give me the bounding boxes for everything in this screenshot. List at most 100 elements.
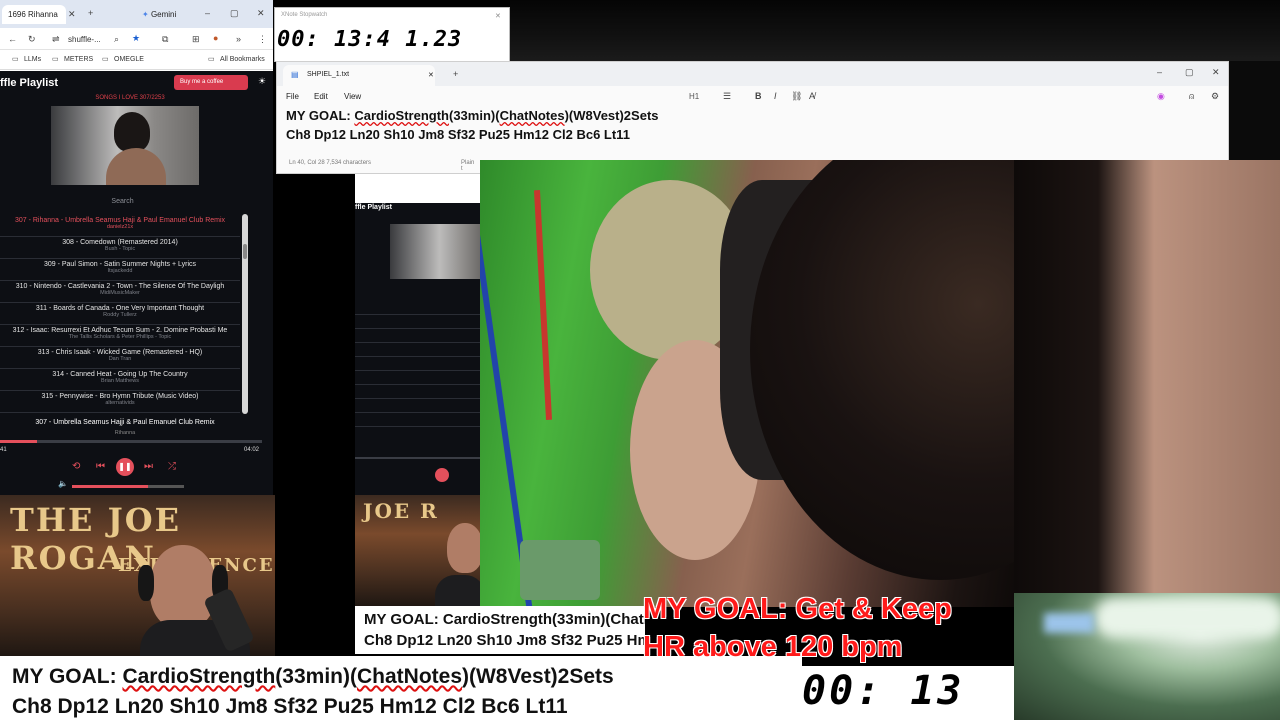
track-artist: MidiMusicMaker <box>100 290 140 296</box>
notepad-window: ▤ SHPIEL_1.txt ✕ + – ▢ ✕ File Edit View … <box>276 61 1229 174</box>
minimize-icon[interactable]: – <box>1157 68 1162 77</box>
close-window-icon[interactable]: ✕ <box>257 9 265 18</box>
close-window-icon[interactable]: ✕ <box>1212 68 1220 77</box>
preview-play-button <box>435 468 449 482</box>
list-item[interactable]: 311 - Boards of Canada - One Very Import… <box>0 303 240 325</box>
pause-button[interactable]: ❚❚ <box>116 458 134 476</box>
list-item[interactable]: 315 - Pennywise - Bro Hymn Tribute (Musi… <box>0 391 240 413</box>
track-artist: danielz21x <box>106 224 134 230</box>
minimize-icon[interactable]: – <box>205 9 210 18</box>
previous-icon[interactable]: ⏮ <box>96 461 105 472</box>
podcast-video-preview: JOE R <box>355 495 480 606</box>
maximize-icon[interactable]: ▢ <box>230 9 239 18</box>
repeat-icon[interactable]: ⟲ <box>72 461 80 472</box>
track-title: 314 - Canned Heat - Going Up The Country <box>52 371 188 378</box>
host-head <box>447 523 480 573</box>
list-item[interactable]: 313 - Chris Isaak - Wicked Game (Remaste… <box>0 347 240 369</box>
notepad-tab-bar: ▤ SHPIEL_1.txt ✕ + – ▢ ✕ <box>277 62 1228 86</box>
next-icon[interactable]: ⏭ <box>144 461 153 472</box>
address-bar: ← ↻ ⇌ shuffle-... ⌕ ★ ⧉ ⊞ ● » ⋮ <box>0 28 273 50</box>
list-item[interactable]: 310 - Nintendo - Castlevania 2 - Town - … <box>0 281 240 303</box>
close-icon[interactable]: ✕ <box>495 12 501 20</box>
italic-icon[interactable]: I <box>774 92 777 101</box>
scrollbar[interactable] <box>242 214 248 414</box>
host-head <box>150 545 216 629</box>
tab-shpiel[interactable]: ▤ SHPIEL_1.txt ✕ <box>283 65 435 86</box>
notepad-icon: ▤ <box>291 70 299 79</box>
folder-icon: ▭ <box>102 56 109 63</box>
bookmark-star-icon[interactable]: ★ <box>132 34 140 43</box>
menu-view[interactable]: View <box>344 92 361 101</box>
blurred-hand <box>750 160 1014 580</box>
album-cover <box>51 106 199 185</box>
site-info-icon[interactable]: ⇌ <box>52 35 60 44</box>
list-item[interactable]: 314 - Canned Heat - Going Up The Country… <box>0 369 240 391</box>
menu-edit[interactable]: Edit <box>314 92 328 101</box>
link-icon[interactable]: ⛓ <box>791 92 802 101</box>
clear-format-icon[interactable]: A̸ <box>809 92 815 101</box>
account-icon[interactable]: ⍝ <box>1189 92 1194 101</box>
list-icon[interactable]: ☰ <box>723 92 731 101</box>
bookmark-omegle[interactable]: OMEGLE <box>114 56 144 63</box>
track-title: 309 - Paul Simon - Satin Summer Nights +… <box>43 261 197 268</box>
page-title: ffle Playlist <box>0 77 59 89</box>
background-video-top <box>510 0 1280 61</box>
hr-indicator <box>1044 613 1094 633</box>
theme-icon[interactable]: ☀ <box>258 77 266 86</box>
profile-avatar[interactable]: ● <box>213 34 218 43</box>
stopwatch-window: XNote Stopwatch ✕ 00: 13:4 1.23 <box>274 7 510 62</box>
list-item[interactable]: 309 - Paul Simon - Satin Summer Nights +… <box>0 259 240 281</box>
bookmark-llms[interactable]: LLMs <box>24 56 41 63</box>
buy-coffee-button[interactable]: Buy me a coffee <box>174 75 248 90</box>
reload-icon[interactable]: ↻ <box>28 35 36 44</box>
list-item[interactable]: 307 - Rihanna - Umbrella Seamus Haji & P… <box>0 215 240 237</box>
copilot-icon[interactable]: ◉ <box>1157 92 1165 101</box>
new-tab-icon[interactable]: + <box>453 70 458 79</box>
close-icon[interactable]: ✕ <box>68 10 76 19</box>
status-bar: Ln 40, Col 28 7,534 characters Plain t <box>289 160 474 172</box>
tab-label: Gemini <box>150 10 177 19</box>
now-playing-artist: Rihanna <box>114 430 136 436</box>
list-item[interactable]: 312 - Isaac: Resurrexi Et Adhuc Tecum Su… <box>0 325 240 347</box>
exercise-line: Ch8 Dp12 Ln20 Sh10 Jm8 Sf32 Pu25 Hm12 Cl… <box>12 695 568 718</box>
all-bookmarks[interactable]: All Bookmarks <box>220 56 265 63</box>
elapsed-time: 41 <box>0 447 7 453</box>
more-tabs-icon[interactable]: » <box>236 35 241 44</box>
search-input[interactable]: Search <box>0 198 245 205</box>
heading-dropdown[interactable]: H1 <box>689 92 699 101</box>
stopwatch-overlay-time: 00: 13 <box>802 668 965 714</box>
url-field[interactable]: shuffle-... <box>68 35 101 44</box>
volume-icon[interactable]: 🔈 <box>58 479 68 488</box>
goal-line: MY GOAL: CardioStrength(33min)(ChatNotes… <box>286 108 659 123</box>
bold-icon[interactable]: B <box>755 92 762 101</box>
volume-slider[interactable] <box>72 485 184 488</box>
track-artist: Itsjackedd <box>107 268 133 274</box>
gemini-icon: ✦ <box>142 10 149 19</box>
bookmark-meters[interactable]: METERS <box>64 56 93 63</box>
menu-icon[interactable]: ⋮ <box>258 35 267 44</box>
track-list: 307 - Rihanna - Umbrella Seamus Haji & P… <box>0 215 240 413</box>
tab-rihanna[interactable]: 1696 Rihanna <box>2 5 66 24</box>
preview-title: ffle Playlist <box>355 204 392 211</box>
settings-icon[interactable]: ⚙ <box>1211 92 1219 101</box>
tab-gemini[interactable]: ✦ Gemini <box>136 5 188 24</box>
media-icon[interactable]: ⊞ <box>192 35 200 44</box>
progress-bar[interactable] <box>0 440 262 443</box>
screen-preview: ffle Playlist <box>355 174 480 497</box>
close-tab-icon[interactable]: ✕ <box>428 71 434 79</box>
extensions-icon[interactable]: ⧉ <box>162 35 168 44</box>
track-title: 312 - Isaac: Resurrexi Et Adhuc Tecum Su… <box>12 327 228 334</box>
maximize-icon[interactable]: ▢ <box>1185 68 1194 77</box>
menu-file[interactable]: File <box>286 92 299 101</box>
list-item[interactable]: 308 - Comedown (Remastered 2014) Bush - T… <box>0 237 240 259</box>
track-title: 311 - Boards of Canada - One Very Import… <box>35 305 205 312</box>
track-artist: Dan Tran <box>108 356 132 362</box>
new-tab-icon[interactable]: + <box>88 9 93 18</box>
back-icon[interactable]: ← <box>8 35 17 44</box>
zoom-icon[interactable]: ⌕ <box>114 35 119 44</box>
track-title: 307 - Rihanna - Umbrella Seamus Haji & P… <box>14 217 226 224</box>
notepad-content[interactable]: MY GOAL: CardioStrength(33min)(ChatNotes… <box>286 106 659 144</box>
goal-line: MY GOAL: CardioStrength(33min)(ChatNotes… <box>364 611 645 628</box>
shuffle-icon[interactable]: ⤮ <box>168 461 176 472</box>
track-title: 313 - Chris Isaak - Wicked Game (Remaste… <box>37 349 203 356</box>
